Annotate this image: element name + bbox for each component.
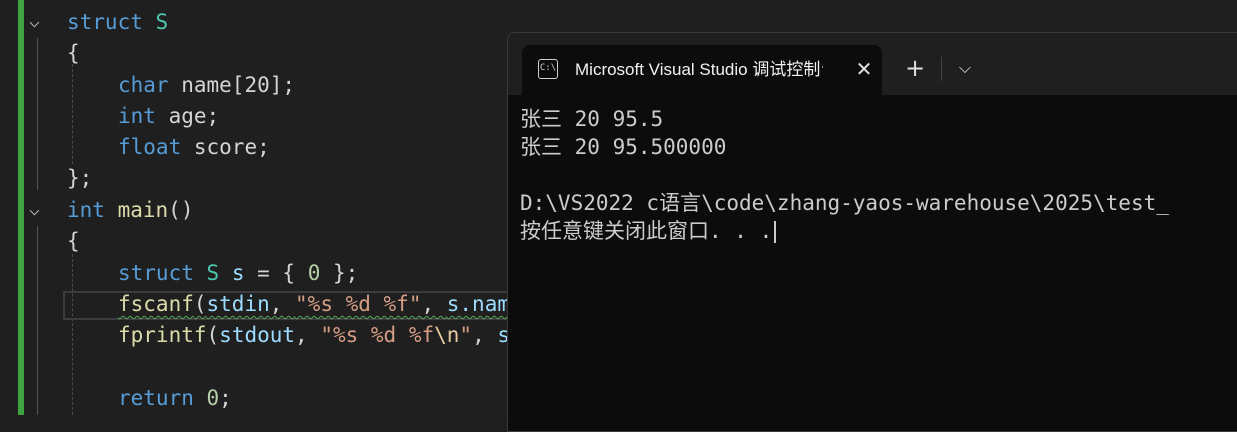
debug-console-window[interactable]: C:\ Microsoft Visual Studio 调试控制台 ✕ + ⌵ … [507, 32, 1237, 432]
fold-chevron-main-icon[interactable]: ⌵ [29, 201, 47, 219]
fold-region-line [37, 226, 38, 415]
output-line: 张三 20 95.5 [520, 107, 664, 131]
code-line: int main() [67, 198, 194, 222]
code-line: struct S [67, 10, 169, 34]
text-cursor [774, 221, 777, 243]
code-line: float score; [118, 135, 270, 159]
code-line: fscanf(stdin, "%s %d %f", s.nam [118, 292, 510, 316]
change-indicator-bar [18, 0, 24, 415]
output-line: 张三 20 95.500000 [520, 135, 727, 159]
chevron-down-icon[interactable]: ⌵ [952, 55, 978, 81]
fold-region-line [37, 38, 38, 190]
console-titlebar: C:\ Microsoft Visual Studio 调试控制台 ✕ + ⌵ [508, 33, 1237, 95]
code-line: char name[20]; [118, 73, 296, 97]
divider [941, 57, 942, 81]
console-tab[interactable]: C:\ Microsoft Visual Studio 调试控制台 ✕ [522, 45, 882, 95]
terminal-icon: C:\ [538, 59, 558, 79]
code-line: struct S s = { 0 }; [118, 261, 359, 285]
output-line: D:\VS2022 c语言\code\zhang-yaos-warehouse\… [520, 191, 1169, 215]
code-line: { [67, 41, 80, 65]
output-line: 按任意键关闭此窗口. . . [520, 219, 773, 243]
code-line: fprintf(stdout, "%s %d %f\n", s [118, 323, 511, 347]
new-tab-button[interactable]: + [902, 55, 928, 81]
indent-guide [72, 254, 73, 415]
fold-chevron-struct-icon[interactable]: ⌵ [29, 13, 47, 31]
close-icon[interactable]: ✕ [852, 57, 876, 81]
code-line: { [67, 229, 80, 253]
output-line-prompt: 按任意键关闭此窗口. . . [520, 217, 1169, 245]
code-line: return 0; [118, 386, 232, 410]
console-output: 张三 20 95.5 张三 20 95.500000 D:\VS2022 c语言… [520, 105, 1169, 245]
code-line: int age; [118, 104, 220, 128]
code-line: }; [67, 166, 93, 190]
indent-guide [72, 64, 73, 164]
tab-title: Microsoft Visual Studio 调试控制台 [575, 60, 823, 79]
